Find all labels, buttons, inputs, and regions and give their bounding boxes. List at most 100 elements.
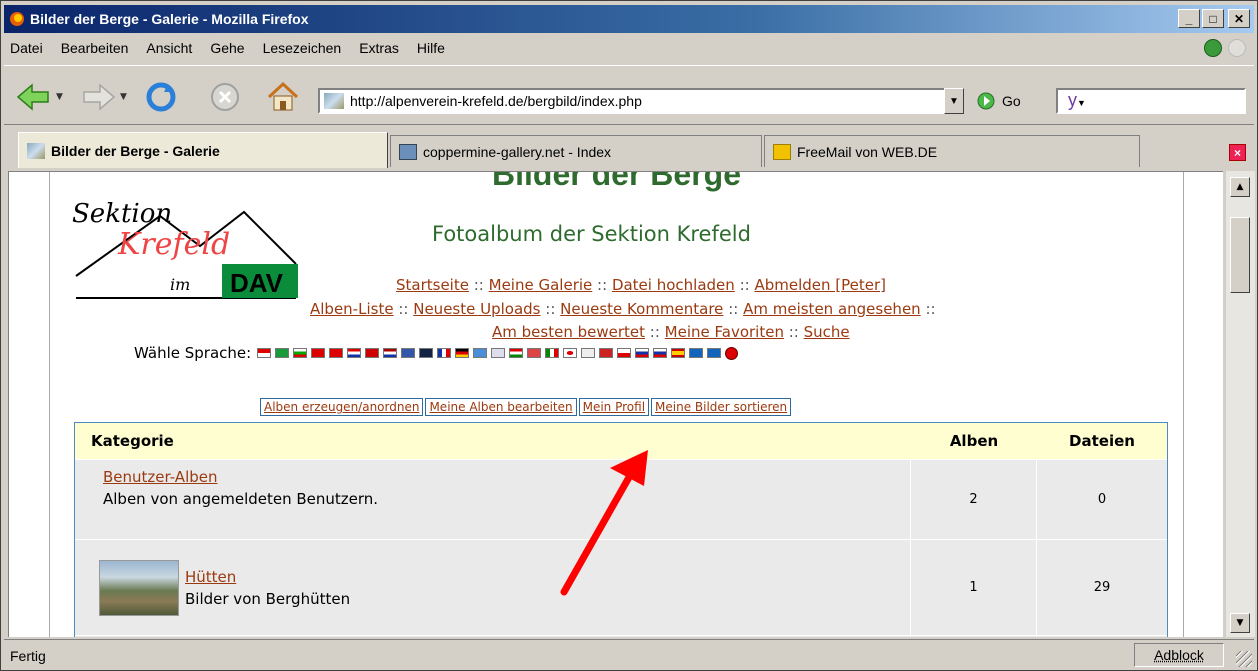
flag-icon[interactable] [365, 348, 380, 358]
category-description: Bilder von Berghütten [185, 589, 351, 608]
menu-extras[interactable]: Extras [353, 40, 405, 56]
flag-icon[interactable] [509, 348, 524, 358]
back-button[interactable]: ▼ [16, 80, 63, 114]
nav-separator: :: [545, 300, 556, 318]
menu-datei[interactable]: Datei [4, 40, 49, 56]
scroll-thumb[interactable] [1230, 217, 1250, 293]
nav-neueste-kommentare[interactable]: Neueste Kommentare [560, 300, 723, 318]
search-engine-dropdown-icon[interactable]: ▼ [1077, 98, 1086, 108]
menu-gehe[interactable]: Gehe [204, 40, 250, 56]
logo-badge-dav: DAV [230, 268, 284, 298]
nav-abmelden[interactable]: Abmelden [Peter] [754, 276, 886, 294]
adblock-button[interactable]: Adblock [1134, 643, 1224, 667]
stop-button[interactable] [210, 80, 240, 114]
close-button[interactable]: ✕ [1228, 9, 1250, 28]
nav-alben-liste[interactable]: Alben-Liste [310, 300, 394, 318]
minimize-button[interactable]: _ [1178, 9, 1200, 28]
nav-meine-galerie[interactable]: Meine Galerie [489, 276, 593, 294]
flag-icon[interactable] [671, 348, 686, 358]
flag-icon[interactable] [293, 348, 308, 358]
flag-icon[interactable] [419, 348, 434, 358]
nav-startseite[interactable]: Startseite [396, 276, 469, 294]
category-table: Kategorie Alben Dateien Benutzer-Alben A… [74, 422, 1168, 637]
navigation-toolbar: ▼ ▼ http://alpenverein-krefeld.de/bergbi… [4, 65, 1254, 125]
forward-button[interactable]: ▼ [80, 80, 127, 114]
flag-icon[interactable] [527, 348, 542, 358]
nav-am-besten-bewertet[interactable]: Am besten bewertet [492, 323, 645, 341]
flag-icon[interactable] [599, 348, 614, 358]
close-tab-icon[interactable]: × [1229, 144, 1246, 161]
flag-icon[interactable] [401, 348, 416, 358]
flag-icon[interactable] [617, 348, 632, 358]
flag-icon[interactable] [347, 348, 362, 358]
tab-bilder-der-berge[interactable]: Bilder der Berge - Galerie [18, 132, 388, 168]
albums-count: 1 [911, 540, 1037, 635]
flag-icon[interactable] [473, 348, 488, 358]
update-icon[interactable] [1204, 39, 1222, 57]
flag-icon[interactable] [455, 348, 470, 358]
browser-window: Bilder der Berge - Galerie - Mozilla Fir… [0, 0, 1258, 671]
language-label: Wähle Sprache: [134, 344, 252, 362]
meine-alben-bearbeiten-button[interactable]: Meine Alben bearbeiten [425, 398, 577, 416]
category-link-benutzer-alben[interactable]: Benutzer-Alben [103, 468, 218, 486]
nav-separator: :: [398, 300, 409, 318]
back-dropdown-icon[interactable]: ▼ [56, 92, 63, 102]
resize-grip-icon[interactable] [1236, 651, 1252, 667]
files-count: 0 [1097, 492, 1107, 507]
flag-icon[interactable] [383, 348, 398, 358]
nav-suche[interactable]: Suche [804, 323, 850, 341]
flag-icon[interactable] [635, 348, 650, 358]
nav-row-3: Am besten bewertet :: Meine Favoriten ::… [492, 323, 850, 341]
vertical-scrollbar[interactable]: ▲ ▼ [1225, 171, 1255, 637]
url-dropdown-button[interactable]: ▼ [944, 88, 964, 114]
menu-ansicht[interactable]: Ansicht [140, 40, 198, 56]
menu-hilfe[interactable]: Hilfe [411, 40, 451, 56]
flag-icon[interactable] [257, 348, 272, 358]
admin-toolbar: Alben erzeugen/anordnen Meine Alben bear… [260, 398, 792, 416]
flag-icon[interactable] [563, 348, 578, 358]
menu-bearbeiten[interactable]: Bearbeiten [55, 40, 135, 56]
scroll-up-icon[interactable]: ▲ [1230, 177, 1250, 197]
close-flag-icon[interactable] [725, 346, 739, 360]
nav-meine-favoriten[interactable]: Meine Favoriten [665, 323, 784, 341]
scroll-down-icon[interactable]: ▼ [1230, 613, 1250, 633]
nav-separator: :: [925, 300, 936, 318]
meine-bilder-sortieren-button[interactable]: Meine Bilder sortieren [651, 398, 792, 416]
nav-am-meisten-angesehen[interactable]: Am meisten angesehen [743, 300, 921, 318]
flag-icon[interactable] [545, 348, 560, 358]
flag-icon[interactable] [707, 348, 722, 358]
flag-icon[interactable] [491, 348, 506, 358]
flag-icon[interactable] [275, 348, 290, 358]
flag-icon[interactable] [653, 348, 668, 358]
menu-lesezeichen[interactable]: Lesezeichen [257, 40, 348, 56]
nav-datei-hochladen[interactable]: Datei hochladen [612, 276, 735, 294]
category-thumbnail[interactable] [99, 559, 179, 616]
maximize-button[interactable]: □ [1202, 9, 1224, 28]
mein-profil-button[interactable]: Mein Profil [578, 398, 650, 416]
search-value: y [1068, 90, 1077, 110]
go-arrow-icon [977, 92, 995, 110]
flag-icon[interactable] [311, 348, 326, 358]
go-button[interactable]: Go [976, 88, 1021, 114]
site-title: Bilder der Berge [492, 171, 741, 192]
url-text: http://alpenverein-krefeld.de/bergbild/i… [350, 93, 642, 109]
url-bar[interactable]: http://alpenverein-krefeld.de/bergbild/i… [318, 88, 964, 114]
flag-icon[interactable] [329, 348, 344, 358]
tab-coppermine[interactable]: coppermine-gallery.net - Index [390, 135, 762, 167]
flag-icon[interactable] [689, 348, 704, 358]
category-link-huetten[interactable]: Hütten [185, 568, 236, 586]
status-text: Fertig [10, 648, 46, 664]
alben-erzeugen-button[interactable]: Alben erzeugen/anordnen [260, 398, 424, 416]
category-description: Alben von angemeldeten Benutzern. [103, 490, 379, 508]
search-input[interactable]: y▼ [1056, 88, 1246, 114]
flag-icon[interactable] [437, 348, 452, 358]
reload-button[interactable] [144, 80, 178, 114]
forward-dropdown-icon[interactable]: ▼ [120, 92, 127, 102]
nav-neueste-uploads[interactable]: Neueste Uploads [413, 300, 540, 318]
throbber-icon [1228, 39, 1246, 57]
nav-separator: :: [739, 276, 750, 294]
tab-label: FreeMail von WEB.DE [797, 143, 938, 160]
flag-icon[interactable] [581, 348, 596, 358]
tab-freemail[interactable]: FreeMail von WEB.DE [764, 135, 1140, 167]
home-button[interactable] [266, 80, 300, 114]
